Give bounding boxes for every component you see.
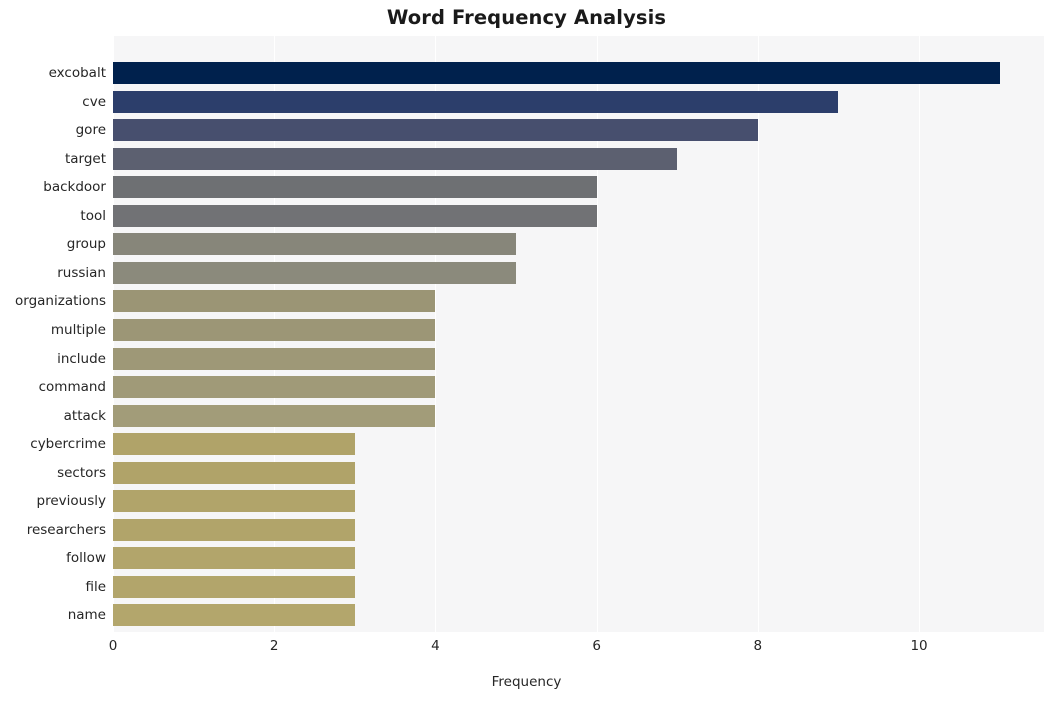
bar-multiple[interactable] xyxy=(113,318,436,341)
y-tick-label-excobalt: excobalt xyxy=(48,65,106,81)
y-tick-label-command: command xyxy=(38,379,106,396)
y-tick-label-attack: attack xyxy=(63,407,106,424)
bar-row xyxy=(113,233,1044,256)
plot-area xyxy=(113,36,1044,632)
y-axis-tick-labels: excobalt cve gore target backdoor tool group ru… xyxy=(0,36,113,632)
x-tick-label-10: 10 xyxy=(910,638,928,654)
bar-row xyxy=(113,147,1044,170)
y-tick-label-file: file xyxy=(85,578,106,595)
y-tick-label-include: include xyxy=(57,350,106,367)
y-tick-label-tool: tool xyxy=(80,207,106,224)
y-tick-label-cve: cve xyxy=(82,93,106,110)
bar-group[interactable] xyxy=(113,233,517,256)
bar-cve[interactable] xyxy=(113,90,839,113)
y-tick-label-target: target xyxy=(64,150,106,167)
bar-organizations[interactable] xyxy=(113,290,436,313)
y-tick-label-russian: russian xyxy=(57,264,106,281)
y-tick-label-follow: follow xyxy=(66,550,106,567)
y-tick-label-cybercrime: cybercrime xyxy=(30,436,106,453)
bar-row xyxy=(113,347,1044,370)
bar-tool[interactable] xyxy=(113,204,597,227)
bar-cybercrime[interactable] xyxy=(113,433,355,456)
bar-row xyxy=(113,490,1044,513)
y-tick-label-group: group xyxy=(66,236,106,253)
bar-row xyxy=(113,376,1044,399)
x-tick-label-4: 4 xyxy=(431,638,440,654)
bar-include[interactable] xyxy=(113,347,436,370)
chart-title: Word Frequency Analysis xyxy=(386,6,667,29)
x-axis-title: Frequency xyxy=(491,674,562,690)
bar-row xyxy=(113,433,1044,456)
bar-row xyxy=(113,547,1044,570)
y-tick-label-name: name xyxy=(67,607,106,624)
x-tick-label-8: 8 xyxy=(753,638,763,654)
bar-file[interactable] xyxy=(113,575,355,598)
y-tick-label-previously: previously xyxy=(36,493,106,510)
bar-row xyxy=(113,62,1044,84)
bar-row xyxy=(113,518,1044,541)
bar-row xyxy=(113,261,1044,284)
y-tick-label-gore: gore xyxy=(75,122,106,139)
bar-previously[interactable] xyxy=(113,490,355,513)
bar-row xyxy=(113,461,1044,484)
bar-target[interactable] xyxy=(113,147,678,170)
bar-backdoor[interactable] xyxy=(113,176,597,199)
bar-row xyxy=(113,176,1044,199)
y-tick-label-sectors: sectors xyxy=(57,464,106,481)
bar-command[interactable] xyxy=(113,376,436,399)
x-tick-label-0: 0 xyxy=(108,638,118,654)
bar-row xyxy=(113,290,1044,313)
y-tick-label-organizations: organizations xyxy=(15,293,106,310)
x-tick-label-2: 2 xyxy=(269,638,279,654)
x-tick-label-6: 6 xyxy=(592,638,601,654)
y-tick-label-researchers: researchers xyxy=(26,521,106,538)
y-tick-label-multiple: multiple xyxy=(50,321,106,338)
bar-row xyxy=(113,404,1044,427)
bar-gore[interactable] xyxy=(113,119,758,142)
word-frequency-bar-chart: Word Frequency Analysis excobalt cve gore t… xyxy=(0,0,1053,701)
bar-excobalt[interactable] xyxy=(113,62,1000,84)
bar-row xyxy=(113,318,1044,341)
bar-attack[interactable] xyxy=(113,404,436,427)
bar-row xyxy=(113,204,1044,227)
bar-name[interactable] xyxy=(113,604,355,627)
y-tick-label-backdoor: backdoor xyxy=(43,179,106,196)
bar-sectors[interactable] xyxy=(113,461,355,484)
bar-russian[interactable] xyxy=(113,261,517,284)
bar-row xyxy=(113,119,1044,142)
bar-row xyxy=(113,575,1044,598)
bar-researchers[interactable] xyxy=(113,518,355,541)
bar-row xyxy=(113,604,1044,627)
bar-follow[interactable] xyxy=(113,547,355,570)
bar-row xyxy=(113,90,1044,113)
